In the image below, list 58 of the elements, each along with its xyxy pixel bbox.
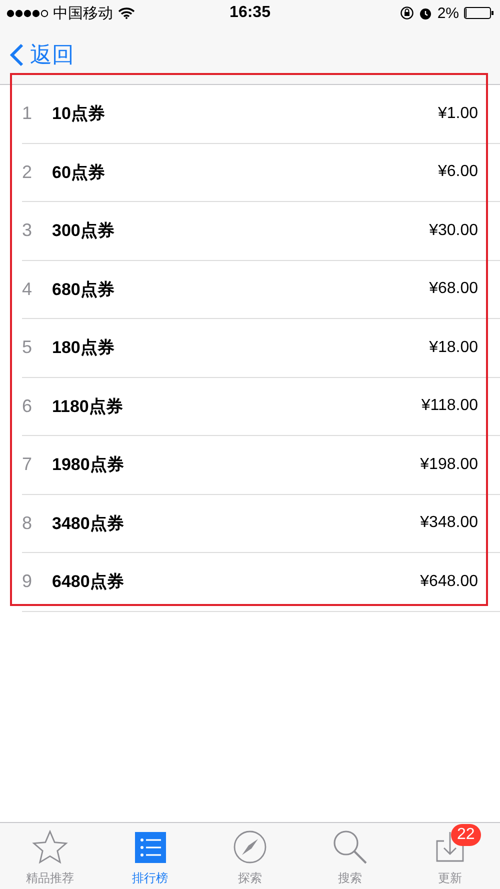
update-count-badge: 22 bbox=[451, 824, 481, 846]
item-price: ¥6.00 bbox=[438, 163, 478, 182]
item-name: 10点券 bbox=[52, 103, 106, 126]
battery-percent: 2% bbox=[437, 4, 460, 22]
item-price: ¥68.00 bbox=[429, 280, 478, 298]
list-icon bbox=[134, 832, 166, 862]
tab-label: 探索 bbox=[238, 870, 262, 887]
item-name: 300点券 bbox=[52, 220, 116, 242]
item-price: ¥118.00 bbox=[421, 397, 478, 416]
list-row[interactable]: 4 680点券 ¥68.00 bbox=[22, 260, 500, 319]
battery-icon bbox=[464, 7, 494, 19]
rank-number: 9 bbox=[22, 571, 34, 592]
rank-number: 1 bbox=[22, 103, 34, 124]
list-row[interactable]: 8 3480点券 ¥348.00 bbox=[22, 494, 500, 553]
star-icon bbox=[32, 830, 68, 864]
carrier-name: 中国移动 bbox=[53, 4, 113, 22]
search-icon bbox=[332, 829, 368, 865]
item-name: 680点券 bbox=[52, 278, 116, 301]
wifi-icon bbox=[118, 7, 135, 19]
rank-number: 7 bbox=[22, 454, 34, 476]
list-row[interactable]: 3 300点券 ¥30.00 bbox=[22, 202, 500, 260]
back-button[interactable]: 返回 bbox=[10, 40, 74, 70]
alarm-icon bbox=[419, 6, 432, 20]
item-price: ¥30.00 bbox=[429, 222, 478, 240]
item-price: ¥1.00 bbox=[438, 104, 478, 123]
item-name: 6480点券 bbox=[52, 571, 125, 594]
list-row[interactable]: 2 60点券 ¥6.00 bbox=[22, 144, 500, 202]
list-row[interactable]: 5 180点券 ¥18.00 bbox=[22, 319, 500, 378]
tab-item[interactable]: 22 更新 bbox=[400, 823, 500, 889]
item-name: 1180点券 bbox=[52, 396, 124, 418]
list-row[interactable]: 1 10点券 ¥1.00 bbox=[22, 85, 500, 144]
tab-label: 更新 bbox=[438, 870, 462, 887]
rank-number: 5 bbox=[22, 337, 34, 358]
rank-number: 4 bbox=[22, 278, 34, 300]
rotation-lock-icon bbox=[400, 6, 414, 20]
tab-item[interactable]: 排行榜 bbox=[100, 823, 200, 889]
chevron-icon bbox=[10, 43, 24, 67]
rank-number: 2 bbox=[22, 162, 34, 183]
rank-number: 3 bbox=[22, 220, 34, 242]
list-row[interactable]: 9 6480点券 ¥648.00 bbox=[22, 553, 500, 612]
item-price: ¥648.00 bbox=[420, 572, 478, 591]
item-name: 1980点券 bbox=[52, 454, 125, 476]
item-price: ¥198.00 bbox=[420, 456, 478, 474]
signal-icon bbox=[6, 8, 48, 18]
item-name: 180点券 bbox=[52, 337, 116, 360]
item-price: ¥348.00 bbox=[420, 514, 478, 532]
tab-label: 搜索 bbox=[338, 870, 362, 887]
tab-label: 排行榜 bbox=[132, 870, 168, 887]
list-row[interactable]: 6 1180点券 ¥118.00 bbox=[22, 378, 500, 436]
item-name: 3480点券 bbox=[52, 512, 125, 535]
tab-label: 精品推荐 bbox=[26, 870, 74, 887]
rank-number: 6 bbox=[22, 396, 34, 417]
clock-time: 16:35 bbox=[230, 4, 270, 22]
rank-number: 8 bbox=[22, 512, 34, 534]
item-name: 60点券 bbox=[52, 162, 106, 184]
item-price: ¥18.00 bbox=[429, 338, 478, 357]
compass-icon bbox=[233, 830, 267, 864]
list-row[interactable]: 7 1980点券 ¥198.00 bbox=[22, 436, 500, 494]
